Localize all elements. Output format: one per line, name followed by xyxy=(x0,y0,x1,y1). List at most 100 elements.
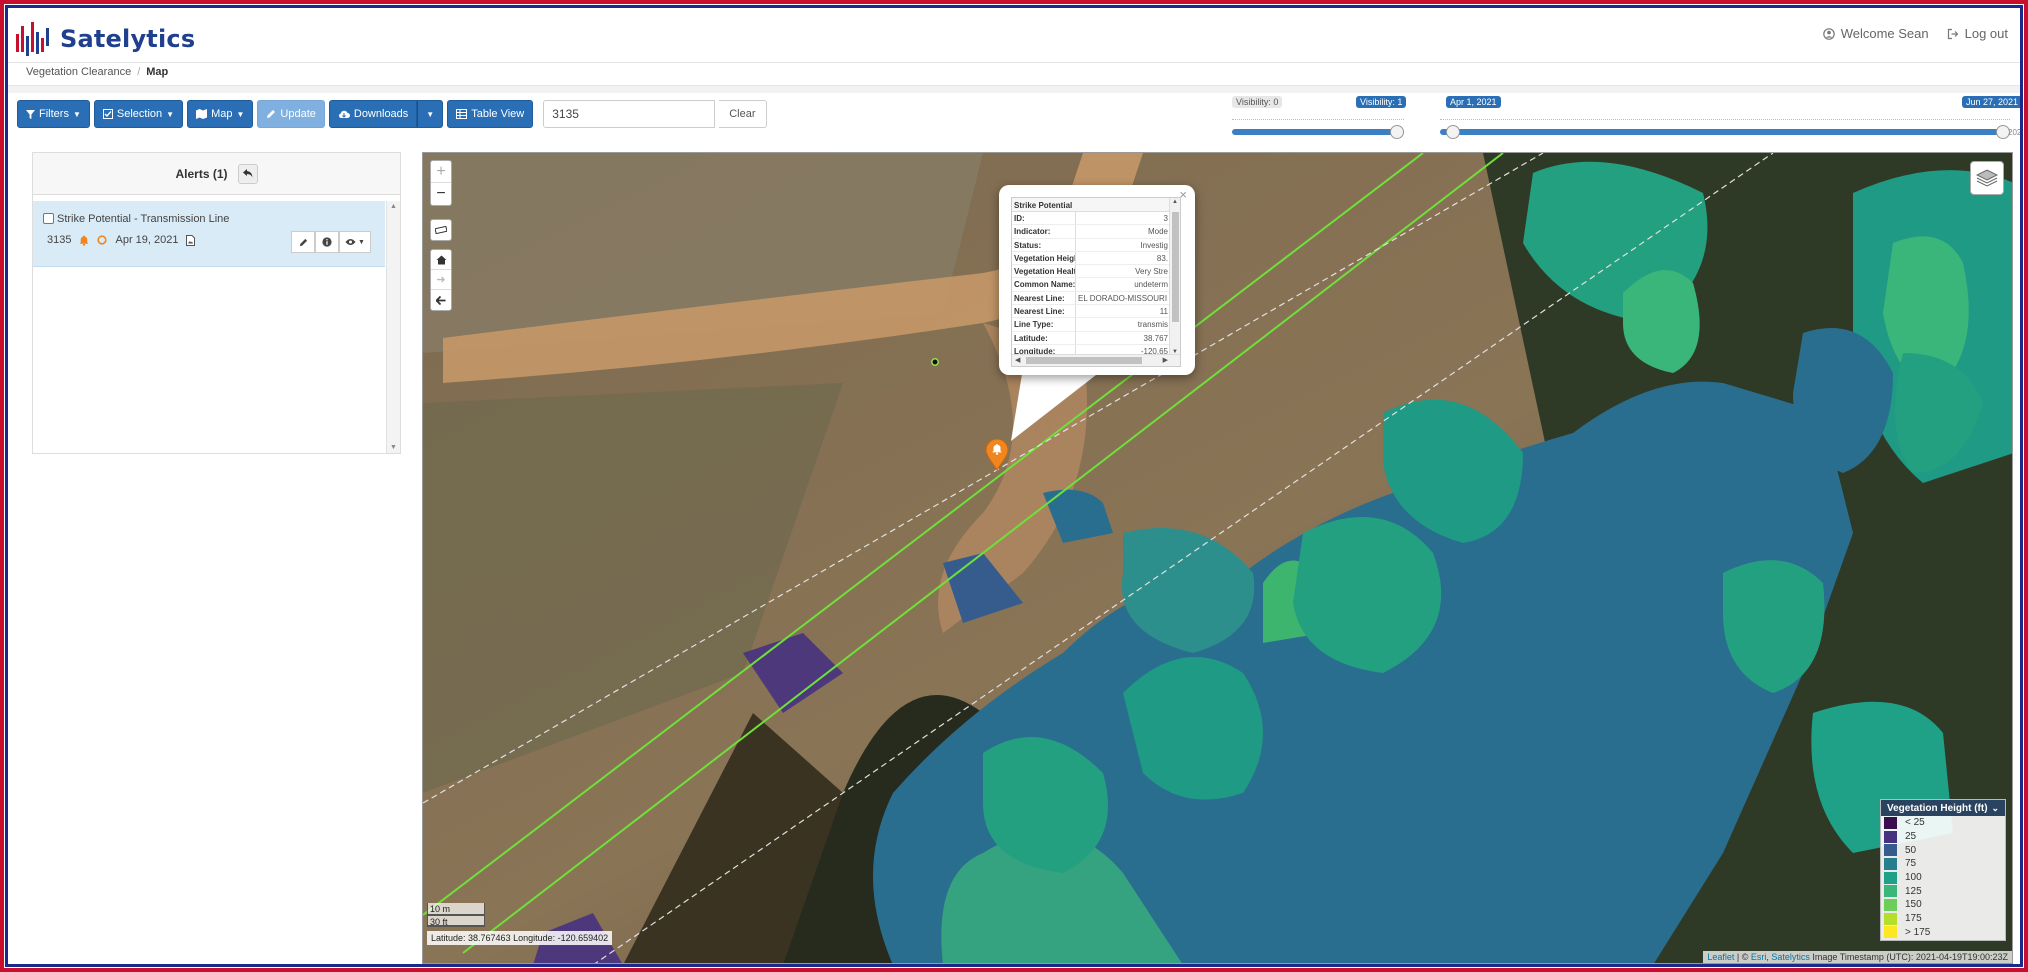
downloads-button[interactable]: Downloads xyxy=(328,100,418,128)
visibility-track xyxy=(1232,129,1404,135)
legend-header[interactable]: Vegetation Height (ft) ⌄ xyxy=(1881,800,2005,816)
alerts-scrollbar[interactable]: ▲ ▼ xyxy=(386,201,400,453)
date-range-slider[interactable]: Apr 1, 2021 Jun 27, 2021 2021 xyxy=(1440,96,2020,139)
legend-title: Vegetation Height (ft) xyxy=(1887,802,1988,814)
info-button[interactable] xyxy=(315,231,339,253)
document-image-icon[interactable] xyxy=(186,234,196,246)
esri-link[interactable]: Esri xyxy=(1751,952,1767,962)
zoom-out-button[interactable]: − xyxy=(431,183,451,205)
legend-item: > 175 xyxy=(1881,926,2005,940)
welcome-user[interactable]: Welcome Sean xyxy=(1822,26,1929,41)
popup-horizontal-scrollbar[interactable]: ◀ ▶ xyxy=(1012,354,1180,366)
legend-label: 50 xyxy=(1905,844,1917,856)
logout-link[interactable]: Log out xyxy=(1947,26,2008,41)
legend-item: 50 xyxy=(1881,843,2005,857)
popup-row-value: Mode xyxy=(1147,227,1168,237)
legend-label: 75 xyxy=(1905,858,1917,870)
feature-popup: × Strike Potential ID: 3 Indicator: Mode Sta… xyxy=(999,185,1195,375)
popup-row: Vegetation Height: 83. xyxy=(1012,251,1180,266)
slider-ticks xyxy=(1440,119,2010,125)
filters-button[interactable]: Filters ▼ xyxy=(17,100,90,128)
legend-rows: < 25 25 50 75 100 125 150 175 > 175 xyxy=(1881,816,2005,939)
downloads-label: Downloads xyxy=(353,108,409,120)
scroll-left-icon[interactable]: ◀ xyxy=(1015,356,1020,364)
legend-label: 150 xyxy=(1905,899,1922,911)
pencil-icon xyxy=(299,238,307,246)
visibility-value-label: Visibility: 1 xyxy=(1356,96,1407,108)
scrollbar-thumb[interactable] xyxy=(1172,212,1179,322)
map-canvas[interactable]: + − ➜ × Strike Potential ID: 3 Indicator… xyxy=(422,152,2013,964)
legend-swatch xyxy=(1884,816,1897,829)
visibility-slider[interactable]: Visibility: 0 Visibility: 1 xyxy=(1232,96,1407,139)
popup-row-key: Latitude: xyxy=(1012,331,1076,344)
user-area: Welcome Sean Log out xyxy=(1822,26,2008,41)
table-view-label: Table View xyxy=(471,108,525,120)
toolbar: Filters ▼ Selection ▼ Map ▼ Update Download… xyxy=(17,100,767,128)
popup-row-key: Common Name: xyxy=(1014,278,1076,291)
table-view-button[interactable]: Table View xyxy=(447,100,534,128)
leaflet-link[interactable]: Leaflet xyxy=(1707,952,1734,962)
scale-bar: 10 m 30 ft xyxy=(427,903,485,927)
legend-swatch xyxy=(1884,885,1897,898)
popup-row-key: Vegetation Height: xyxy=(1014,251,1076,265)
scroll-up-icon[interactable]: ▲ xyxy=(390,203,397,210)
popup-row-key: Indicator: xyxy=(1012,225,1076,238)
filter-icon xyxy=(26,109,35,119)
popup-row: Latitude: 38.767 xyxy=(1012,331,1180,345)
info-icon xyxy=(322,237,332,247)
arrow-left-icon[interactable] xyxy=(431,290,451,310)
caret-down-icon: ▼ xyxy=(358,238,365,246)
slider-ticks xyxy=(1232,119,1404,125)
popup-row: Common Name: undeterm xyxy=(1012,278,1180,292)
map-icon xyxy=(196,109,208,119)
popup-row-value: transmis xyxy=(1137,320,1168,330)
navigation-control: ➜ xyxy=(430,249,452,311)
alerts-header: Alerts (1) xyxy=(33,153,400,195)
satelytics-link[interactable]: Satelytics xyxy=(1771,952,1810,962)
logo-mark-icon xyxy=(16,22,49,56)
reply-button[interactable] xyxy=(237,163,258,184)
visibility-handle[interactable] xyxy=(1390,125,1404,139)
search-input[interactable] xyxy=(543,100,716,128)
alert-list-item[interactable]: Strike Potential - Transmission Line 313… xyxy=(33,201,385,267)
date-end-label: Jun 27, 2021 xyxy=(1961,96,2020,108)
clear-button[interactable]: Clear xyxy=(719,100,767,128)
zoom-in-button[interactable]: + xyxy=(431,161,451,183)
alerts-panel: Alerts (1) Strike Potential - Transmissi… xyxy=(32,152,401,454)
layers-button[interactable] xyxy=(1970,161,2004,195)
map-button[interactable]: Map ▼ xyxy=(187,100,254,128)
scrollbar-thumb[interactable] xyxy=(1026,357,1142,364)
alert-marker-icon[interactable] xyxy=(985,439,1009,471)
alert-checkbox[interactable] xyxy=(43,213,54,224)
scroll-up-icon[interactable]: ▲ xyxy=(1172,199,1178,205)
date-start-handle[interactable] xyxy=(1446,125,1460,139)
logo[interactable]: Satelytics xyxy=(14,20,195,58)
app-root: Satelytics Welcome Sean Log out Vegetati… xyxy=(8,8,2020,964)
home-icon[interactable] xyxy=(431,250,451,270)
ruler-icon[interactable] xyxy=(431,220,451,240)
popup-vertical-scrollbar[interactable]: ▲ ▼ xyxy=(1169,198,1180,356)
alert-actions: ▼ xyxy=(291,231,371,253)
map-attribution: Leaflet | © Esri, Satelytics Image Times… xyxy=(1703,951,2012,963)
popup-row-key: Nearest Line: xyxy=(1012,291,1076,305)
popup-row-value: EL DORADO-MISSOURI FLA xyxy=(1078,293,1170,303)
layers-icon xyxy=(1976,169,1998,187)
chevron-down-icon[interactable]: ⌄ xyxy=(1991,803,1999,814)
breadcrumb-item[interactable]: Vegetation Clearance xyxy=(26,66,131,78)
legend-swatch xyxy=(1884,926,1897,939)
edit-button[interactable] xyxy=(291,231,315,253)
reply-icon xyxy=(242,169,252,178)
update-label: Update xyxy=(280,108,316,120)
visibility-dropdown-button[interactable]: ▼ xyxy=(339,231,371,253)
downloads-dropdown-toggle[interactable]: ▼ xyxy=(417,100,444,128)
scroll-down-icon[interactable]: ▼ xyxy=(390,444,397,451)
legend-item: 100 xyxy=(1881,871,2005,885)
scroll-right-icon[interactable]: ▶ xyxy=(1163,356,1168,364)
update-button[interactable]: Update xyxy=(257,100,325,128)
alert-title: Strike Potential - Transmission Line xyxy=(57,213,230,225)
arrow-right-icon[interactable]: ➜ xyxy=(431,270,451,290)
legend-label: 175 xyxy=(1905,913,1922,925)
selection-button[interactable]: Selection ▼ xyxy=(93,100,184,128)
popup-row: ID: 3 xyxy=(1012,212,1180,226)
divider xyxy=(8,85,2020,93)
